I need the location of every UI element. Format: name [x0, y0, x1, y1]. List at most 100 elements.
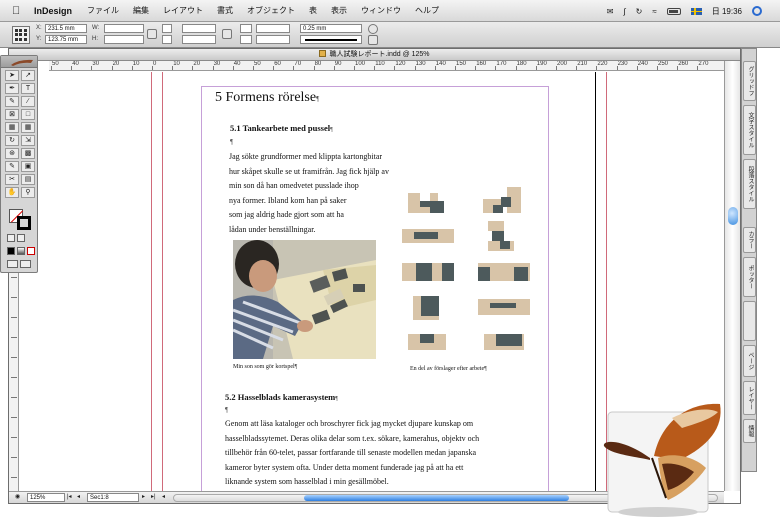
prev-page-button[interactable]: ◂ [77, 493, 84, 502]
settings-icon[interactable] [368, 24, 378, 34]
app-menu[interactable]: InDesign [34, 6, 72, 16]
hand-tool-icon[interactable]: ✋ [5, 187, 19, 198]
tangram-shape-4[interactable] [488, 221, 514, 251]
scale-tool-icon[interactable]: ⇲ [21, 135, 35, 146]
constrain-proportions-icon[interactable] [147, 29, 157, 39]
dock-tab-paragraph-styles[interactable]: 段落スタイル [743, 159, 756, 209]
format-container-icon[interactable] [7, 234, 15, 242]
scroll-left-button[interactable]: ◂ [162, 493, 169, 502]
scale-y-field[interactable] [182, 35, 216, 44]
gradient-tool-icon[interactable]: ▩ [21, 148, 35, 159]
scale-x-field[interactable] [182, 24, 216, 33]
last-page-button[interactable]: ▸| [151, 493, 158, 502]
shear-field[interactable] [256, 35, 290, 44]
direct-selection-tool-icon[interactable]: ↗ [21, 70, 35, 81]
stroke-type-dropdown[interactable] [300, 35, 362, 44]
preview-mode-icon[interactable]: ◉ [15, 493, 22, 502]
tangram-shape-10[interactable] [484, 334, 524, 352]
spotlight-icon[interactable] [752, 6, 762, 16]
rotation-field[interactable] [256, 24, 290, 33]
dock-tab-layers[interactable]: レイヤー [743, 381, 756, 415]
tangram-shape-7[interactable] [413, 296, 441, 320]
menu-edit[interactable]: 編集 [126, 5, 156, 16]
tangram-shape-5[interactable] [402, 263, 454, 281]
apply-none-icon[interactable] [27, 247, 35, 255]
pencil-tool-icon[interactable]: ✎ [5, 96, 19, 107]
page-heading[interactable]: 5 Formens rörelse¶ [215, 90, 319, 106]
scissors-tool-icon[interactable]: ✂ [5, 174, 19, 185]
dock-tab-info[interactable]: 情報 [743, 419, 756, 443]
vertical-scrollbar[interactable] [724, 61, 740, 491]
menu-layout[interactable]: レイアウト [156, 5, 210, 16]
section2-title[interactable]: 5.2 Hasselblads kamerasystem¶ [225, 392, 338, 402]
horizontal-ruler[interactable]: 50 40 30 20 10 0 10 20 30 40 50 60 70 80 90 100 110 120 13… [49, 61, 724, 71]
reference-point-icon[interactable] [12, 26, 30, 44]
apply-gradient-icon[interactable] [17, 247, 25, 255]
menu-file[interactable]: ファイル [80, 5, 126, 16]
note-tool-icon[interactable]: ▤ [21, 174, 35, 185]
first-page-button[interactable]: |◂ [67, 493, 74, 502]
caption-right[interactable]: En del av förslager efter arbete¶ [410, 366, 487, 372]
menu-help[interactable]: ヘルプ [408, 5, 446, 16]
tangram-shape-8[interactable] [478, 299, 530, 315]
normal-view-icon[interactable] [7, 260, 18, 268]
section2-body[interactable]: Genom att läsa kataloger och broschyrer … [225, 417, 535, 490]
apple-icon[interactable]:  [12, 5, 26, 17]
button-tool-icon[interactable]: ▣ [21, 161, 35, 172]
dock-tab-character-styles[interactable]: 文字スタイル [743, 105, 756, 155]
y-field[interactable]: 123.75 mm [45, 35, 87, 44]
type-tool-icon[interactable]: T [21, 83, 35, 94]
selection-tool-icon[interactable]: ➤ [5, 70, 19, 81]
format-text-icon[interactable] [17, 234, 25, 242]
document-title-bar[interactable]: 職人試験レポート.indd @ 125% [9, 49, 740, 61]
fill-stroke-swatches[interactable] [9, 209, 33, 231]
shear-icon[interactable] [240, 35, 252, 44]
tangram-shape-9[interactable] [408, 334, 448, 352]
wifi-icon[interactable]: ≈ [652, 7, 656, 16]
tangram-shape-6[interactable] [478, 263, 530, 281]
stroke-swatch[interactable] [17, 216, 31, 230]
section1-body[interactable]: Jag sökte grundformer med klippta karton… [229, 150, 417, 237]
menu-table[interactable]: 表 [302, 5, 324, 16]
bluetooth-icon[interactable]: ∫ [623, 7, 625, 16]
line-tool-icon[interactable]: ∕ [21, 96, 35, 107]
zoom-field[interactable]: 125% [27, 493, 65, 502]
next-page-button[interactable]: ▸ [142, 493, 149, 502]
table-tool-icon[interactable]: ▦ [5, 122, 19, 133]
dock-tab-pages[interactable]: ページ [743, 345, 756, 377]
apply-color-icon[interactable] [7, 247, 15, 255]
tangram-shape-3[interactable] [402, 229, 454, 245]
vertical-scroll-thumb[interactable] [728, 207, 738, 225]
x-field[interactable]: 231.5 mm [45, 24, 87, 33]
rotate-icon[interactable] [240, 24, 252, 33]
eyedropper-tool-icon[interactable]: ✎ [5, 161, 19, 172]
scale-lock-icon[interactable] [222, 29, 232, 39]
mail-icon[interactable]: ✉ [607, 7, 614, 16]
stroke-weight-field[interactable]: 0.25 mm [300, 24, 362, 33]
zoom-tool-icon[interactable]: ⚲ [21, 187, 35, 198]
menu-window[interactable]: ウィンドウ [354, 5, 408, 16]
dock-tab-grid[interactable]: グリッドフ [743, 61, 756, 101]
tangram-shape-2[interactable] [483, 187, 523, 215]
w-field[interactable] [104, 24, 144, 33]
grid-tool-icon[interactable]: ▦ [21, 122, 35, 133]
page-field[interactable]: Sec1:8 [87, 493, 139, 502]
free-transform-tool-icon[interactable]: ⊛ [5, 148, 19, 159]
sync-icon[interactable]: ↻ [636, 7, 643, 16]
horizontal-scroll-thumb[interactable] [304, 495, 569, 501]
dock-tab-potter[interactable]: ポッター [743, 257, 756, 297]
rectangle-tool-icon[interactable]: □ [21, 109, 35, 120]
child-photo[interactable] [233, 240, 376, 359]
new-frame-icon[interactable] [368, 35, 378, 45]
caption-left[interactable]: Min son som gör kortspel¶ [233, 364, 297, 370]
menu-object[interactable]: オブジェクト [240, 5, 302, 16]
preview-view-icon[interactable] [20, 260, 31, 268]
menu-view[interactable]: 表示 [324, 5, 354, 16]
menu-type[interactable]: 書式 [210, 5, 240, 16]
flag-icon[interactable] [690, 7, 702, 15]
h-field[interactable] [104, 35, 144, 44]
tangram-shape-1[interactable] [408, 193, 448, 215]
scale-y-icon[interactable] [162, 35, 172, 44]
scale-x-icon[interactable] [162, 24, 172, 33]
dock-tab-color[interactable]: カラー [743, 227, 756, 253]
